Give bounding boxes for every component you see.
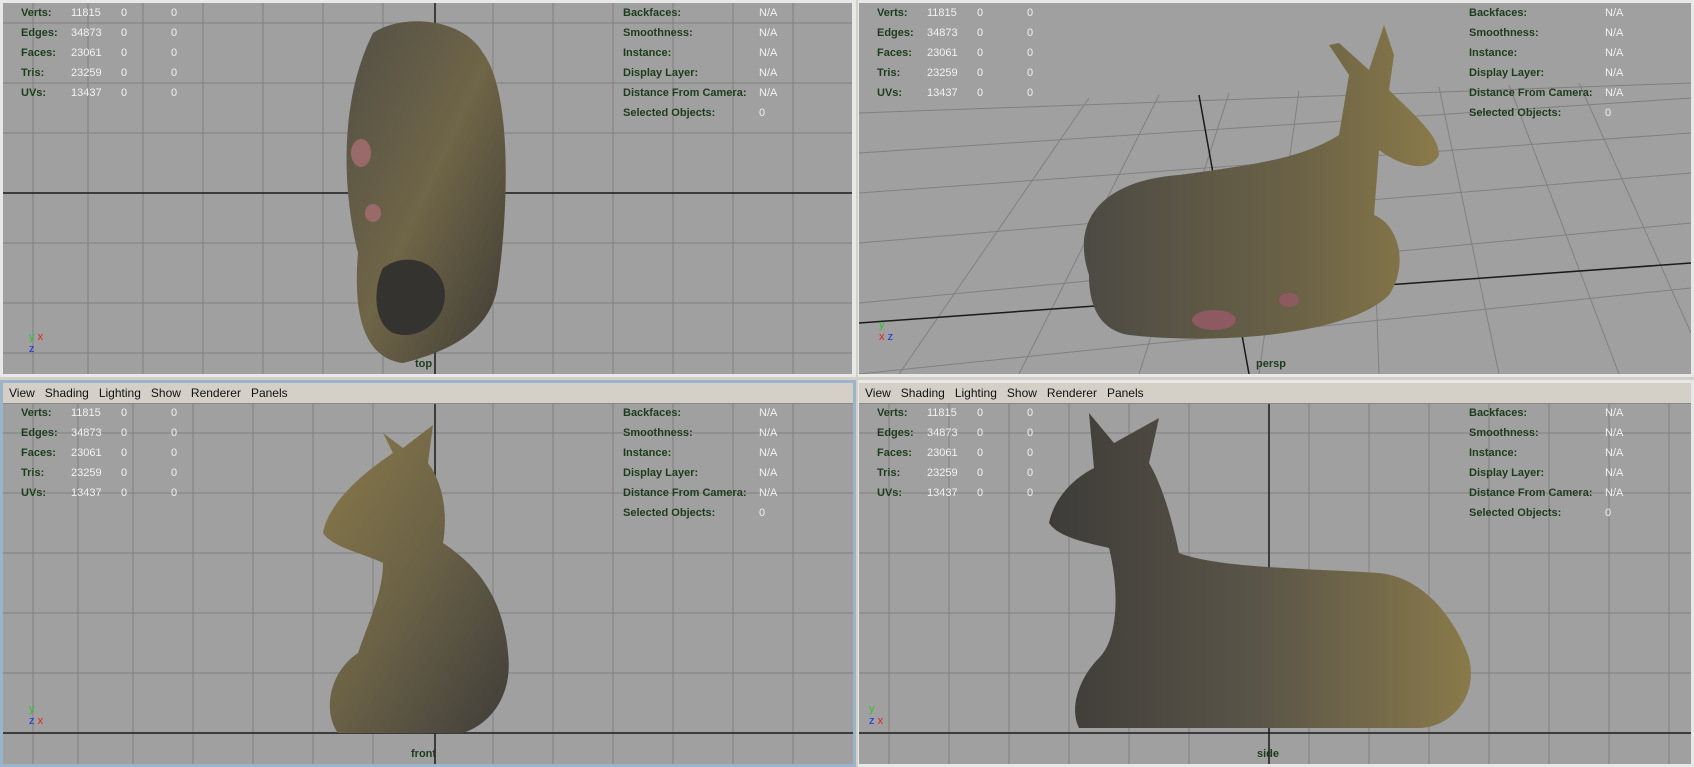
viewport-label-side: side [1257,748,1280,760]
menu-renderer[interactable]: Renderer [191,386,241,400]
menu-panels[interactable]: Panels [251,386,288,400]
panel-menu-bar-side: View Shading Lighting Show Renderer Pane… [859,383,1691,404]
panel-menu-bar-front: View Shading Lighting Show Renderer Pane… [3,383,853,404]
stats-top-left: Verts: 11815 0 0 Edges: 34873 0 0 Faces: 23061 0… [21,7,178,99]
viewport-top[interactable]: Verts: 11815 0 0 Edges: 34873 0 0 Faces: 23061 0… [0,0,856,377]
menu-shading[interactable]: Shading [45,386,89,400]
viewport-label-top: top [415,358,433,370]
viewport-side-canvas[interactable]: Verts: 11815 0 0 Edges: 34873 0 0 Faces: 23061 0… [859,403,1691,764]
viewport-side[interactable]: View Shading Lighting Show Renderer Pane… [858,380,1694,767]
menu-renderer[interactable]: Renderer [1047,386,1097,400]
viewport-persp[interactable]: Verts: 11815 0 0 Edges: 34873 0 0 Faces: 23061 0… [858,0,1694,377]
donkey-model-persp[interactable] [1069,15,1469,360]
viewport-front-canvas[interactable]: Verts: 11815 0 0 Edges: 34873 0 0 Faces: 23061 0… [3,403,853,764]
donkey-model-side[interactable] [1049,408,1489,733]
stats-side-left: Verts: 11815 0 0 Edges: 34873 0 0 Faces: 23061 0… [877,407,1034,499]
viewport-front[interactable]: View Shading Lighting Show Renderer Pane… [0,380,856,767]
stats-front-right: Backfaces: N/A Smoothness: N/A Instance: N/… [623,407,778,519]
stats-top-right: Backfaces: N/A Smoothness: N/A Instance: N/… [623,7,778,119]
axis-gizmo-front: yz x [29,703,44,727]
donkey-model-front[interactable] [323,423,543,735]
menu-view[interactable]: View [865,386,891,400]
menu-lighting[interactable]: Lighting [99,386,141,400]
viewport-top-canvas[interactable]: Verts: 11815 0 0 Edges: 34873 0 0 Faces: 23061 0… [3,3,852,374]
axis-gizmo-top: y xz [29,331,44,355]
viewport-label-front: front [411,748,437,760]
donkey-model-top[interactable] [343,13,523,368]
menu-view[interactable]: View [9,386,35,400]
menu-show[interactable]: Show [151,386,181,400]
stats-persp-right: Backfaces: N/A Smoothness: N/A Instance: N/… [1469,7,1624,119]
viewport-persp-canvas[interactable]: Verts: 11815 0 0 Edges: 34873 0 0 Faces: 23061 0… [859,3,1691,374]
menu-shading[interactable]: Shading [901,386,945,400]
stats-front-left: Verts: 11815 0 0 Edges: 34873 0 0 Faces: 23061 0… [21,407,178,499]
viewport-label-persp: persp [1256,358,1286,370]
menu-show[interactable]: Show [1007,386,1037,400]
axis-gizmo-side: yz x [869,703,884,727]
menu-panels[interactable]: Panels [1107,386,1144,400]
menu-lighting[interactable]: Lighting [955,386,997,400]
stats-side-right: Backfaces: N/A Smoothness: N/A Instance: N/… [1469,407,1624,519]
stats-persp-left: Verts: 11815 0 0 Edges: 34873 0 0 Faces: 23061 0… [877,7,1034,99]
axis-gizmo-persp: yx z [879,319,894,343]
